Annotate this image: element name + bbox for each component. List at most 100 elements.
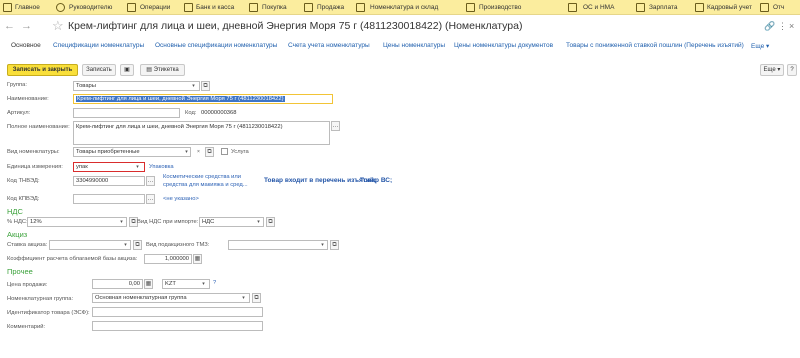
tab-more[interactable]: Еще ▾ — [751, 42, 769, 50]
group-field[interactable]: Товары — [73, 81, 200, 91]
vat-import-label: Вид НДС при импорте: — [137, 219, 199, 225]
menu-item-manager[interactable]: Руководителю — [69, 0, 112, 15]
forward-icon[interactable]: → — [21, 21, 32, 32]
excise-type-field[interactable] — [228, 240, 328, 250]
excise-rate-dropdown-icon[interactable]: ▾ — [122, 241, 129, 249]
tab-specifications[interactable]: Спецификации номенклатуры — [53, 42, 144, 49]
menu-item-assets[interactable]: ОС и НМА — [583, 0, 614, 15]
menu-item-reports[interactable]: Отч — [773, 0, 784, 15]
excise-type-label: Вид подакцизного ТМЗ: — [146, 242, 210, 248]
unit-label: Единица измерения: — [7, 164, 63, 170]
vs-note: Товар ВС; — [360, 177, 393, 184]
coef-label: Коэффициент расчета облагаемой базы акци… — [7, 256, 138, 262]
tab-main[interactable]: Основное — [11, 42, 41, 49]
save-button[interactable]: Записать — [82, 64, 116, 76]
menu-item-sale[interactable]: Продажа — [317, 0, 344, 15]
label-print-text: Этикетка — [153, 67, 179, 73]
vat-rate-field[interactable]: 12% — [27, 217, 127, 227]
reports-icon — [760, 3, 769, 12]
nom-group-open-button[interactable]: ⧉ — [252, 293, 261, 303]
tab-prices[interactable]: Цены номенклатуры — [383, 42, 445, 49]
price-label: Цена продажи: — [7, 282, 48, 288]
fullname-field[interactable]: Крем-лифтинг для лица и шеи, дневной Эне… — [73, 121, 330, 145]
price-field[interactable]: 0,00 — [92, 279, 143, 289]
excise-rate-open-button[interactable]: ⧉ — [133, 240, 142, 250]
price-calc-button[interactable]: ▦ — [144, 279, 153, 289]
price-help-icon[interactable]: ? — [213, 280, 216, 286]
nom-group-dropdown-icon[interactable]: ▾ — [240, 294, 247, 302]
tnved-field[interactable]: 3304990000 — [73, 176, 145, 186]
nom-group-field[interactable]: Основная номенклатурная группа — [92, 293, 250, 303]
coef-field[interactable]: 1,000000 — [144, 254, 192, 264]
fullname-label: Полное наименование: — [7, 124, 70, 130]
menu-item-hr[interactable]: Кадровый учет — [707, 0, 752, 15]
label-print-button[interactable]: ▤ Этикетка — [140, 64, 185, 76]
tnved-description-line1[interactable]: Косметические средства или — [163, 174, 241, 180]
save-and-close-button[interactable]: Записать и закрыть — [7, 64, 78, 76]
service-label: Услуга — [231, 149, 249, 155]
type-field[interactable]: Товары приобретенные — [73, 147, 191, 157]
tnved-select-button[interactable]: … — [146, 176, 155, 186]
sale-icon — [304, 3, 313, 12]
code-value: 00000000368 — [198, 108, 333, 118]
excise-type-open-button[interactable]: ⧉ — [330, 240, 339, 250]
comment-field[interactable] — [92, 321, 263, 331]
unit-dropdown-icon[interactable]: ▾ — [134, 163, 141, 171]
menu-item-operations[interactable]: Операции — [140, 0, 170, 15]
vat-import-open-button[interactable]: ⧉ — [266, 217, 275, 227]
excise-rate-label: Ставка акциза: — [7, 242, 48, 248]
kpved-label: Код КПВЭД: — [7, 196, 40, 202]
type-dropdown-icon[interactable]: ▾ — [183, 148, 190, 156]
vat-import-dropdown-icon[interactable]: ▾ — [255, 218, 262, 226]
factory-icon — [466, 3, 475, 12]
group-dropdown-icon[interactable]: ▾ — [190, 82, 197, 90]
more-icon[interactable]: ⋮ — [778, 21, 787, 31]
tab-reduced-duty[interactable]: Товары с пониженной ставкой пошлин (Пере… — [566, 42, 744, 49]
tab-main-specifications[interactable]: Основные спецификации номенклатуры — [155, 42, 277, 49]
fullname-edit-button[interactable]: … — [331, 121, 340, 131]
menu-item-purchase[interactable]: Покупка — [262, 0, 287, 15]
nom-group-label: Номенклатурная группа: — [7, 296, 74, 302]
kpved-field[interactable] — [73, 194, 145, 204]
vat-rate-dropdown-icon[interactable]: ▾ — [118, 218, 125, 226]
kpved-link[interactable]: <не указано> — [163, 196, 199, 202]
form-tabs: Основное Спецификации номенклатуры Основ… — [0, 42, 800, 54]
esf-field[interactable] — [92, 307, 263, 317]
group-open-button[interactable]: ⧉ — [201, 81, 210, 91]
menu-item-bank[interactable]: Банк и касса — [196, 0, 234, 15]
favorite-star-icon[interactable]: ☆ — [52, 19, 64, 32]
menu-item-main[interactable]: Главное — [15, 0, 40, 15]
salary-icon — [636, 3, 645, 12]
unit-link[interactable]: Упаковка — [149, 164, 174, 170]
tnved-description-line2[interactable]: средства для макияжа и сред... — [163, 182, 248, 188]
name-value: Крем-лифтинг для лица и шеи, дневной Эне… — [76, 96, 285, 102]
link-icon[interactable]: 🔗 — [764, 21, 775, 31]
chart-icon — [56, 3, 65, 12]
help-button[interactable]: ? — [787, 64, 797, 76]
tab-doc-prices[interactable]: Цены номенклатуры документов — [454, 42, 553, 49]
comment-label: Комментарий: — [7, 324, 46, 330]
type-clear-icon[interactable]: × — [195, 148, 202, 156]
people-icon — [695, 3, 704, 12]
page-title: Крем-лифтинг для лица и шеи, дневной Эне… — [68, 20, 523, 32]
assets-icon — [568, 3, 577, 12]
coef-calc-button[interactable]: ▦ — [193, 254, 202, 264]
currency-dropdown-icon[interactable]: ▾ — [200, 280, 207, 288]
menu-item-warehouse[interactable]: Номенклатура и склад — [370, 0, 438, 15]
attach-icon[interactable]: ▣ — [120, 64, 134, 76]
name-field[interactable]: Крем-лифтинг для лица и шеи, дневной Эне… — [73, 94, 333, 104]
menu-item-salary[interactable]: Зарплата — [649, 0, 677, 15]
excise-type-dropdown-icon[interactable]: ▾ — [319, 241, 326, 249]
type-open-button[interactable]: ⧉ — [205, 147, 214, 157]
excise-rate-field[interactable] — [49, 240, 131, 250]
close-icon[interactable]: × — [789, 21, 794, 31]
menu-item-production[interactable]: Производство — [479, 0, 521, 15]
service-checkbox[interactable] — [221, 148, 228, 155]
vat-section-title: НДС — [7, 207, 23, 216]
tab-accounts[interactable]: Счета учета номенклатуры — [288, 42, 370, 49]
kpved-select-button[interactable]: … — [146, 194, 155, 204]
article-field[interactable] — [73, 108, 180, 118]
more-actions-button[interactable]: Еще ▾ — [760, 64, 784, 76]
back-icon[interactable]: ← — [4, 21, 15, 32]
esf-label: Идентификатор товара (ЭСФ): — [7, 310, 90, 316]
